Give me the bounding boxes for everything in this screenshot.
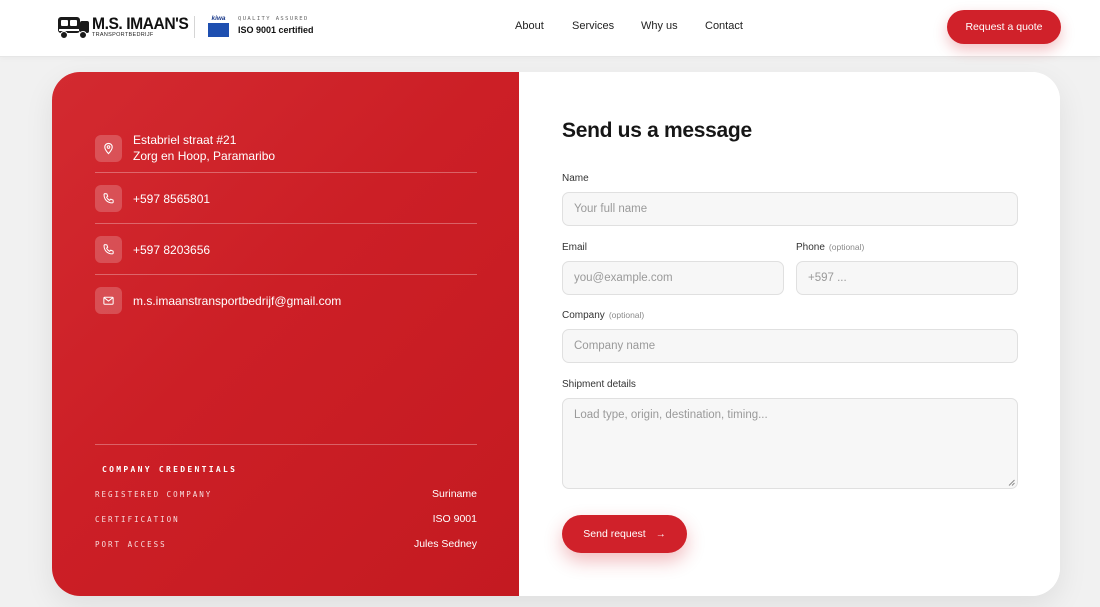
form-title: Send us a message — [562, 119, 752, 142]
address-line-2: Zorg en Hoop, Paramaribo — [133, 149, 276, 163]
quality-certification: ISO 9001 certified — [238, 24, 314, 35]
company-logo[interactable]: M.S. IMAAN'S TRANSPORTBEDRIJF — [56, 12, 197, 42]
phone-icon — [95, 236, 122, 263]
company-label: Company (optional) — [562, 310, 644, 321]
credential-key: REGISTERED COMPANY — [95, 489, 213, 499]
credentials-divider — [95, 444, 477, 445]
credential-key: CERTIFICATION — [95, 514, 180, 524]
kiwa-mark — [208, 23, 229, 37]
shipment-label: Shipment details — [562, 379, 636, 390]
phone-number-1: +597 8565801 — [133, 191, 211, 206]
logo-subtitle: TRANSPORTBEDRIJF — [92, 32, 154, 39]
contact-card: Estabriel straat #21 Zorg en Hoop, Param… — [52, 72, 1060, 596]
name-label: Name — [562, 173, 589, 184]
credential-value: ISO 9001 — [432, 513, 477, 525]
quality-assured: QUALITY ASSURED ISO 9001 certified — [238, 16, 314, 35]
email-row[interactable]: m.s.imaanstransportbedrijf@gmail.com — [95, 287, 477, 314]
quality-small-text: QUALITY ASSURED — [238, 16, 309, 22]
location-pin-icon — [95, 134, 122, 162]
site-header: M.S. IMAAN'S TRANSPORTBEDRIJF kiwa QUALI… — [0, 0, 1100, 57]
contact-divider — [95, 172, 477, 173]
send-request-button[interactable]: Send request → — [562, 515, 687, 553]
credentials-title: COMPANY CREDENTIALS — [102, 465, 238, 474]
nav-why-us[interactable]: Why us — [641, 20, 678, 32]
arrow-right-icon: → — [655, 528, 666, 540]
request-quote-button[interactable]: Request a quote — [947, 10, 1061, 44]
mail-icon — [95, 287, 122, 314]
kiwa-badge: kiwa — [208, 15, 229, 38]
phone-optional: (optional) — [828, 242, 865, 252]
phone-number-2: +597 8203656 — [133, 242, 211, 257]
credential-row: CERTIFICATION ISO 9001 — [95, 513, 477, 525]
logo-name: M.S. IMAAN'S — [92, 14, 189, 34]
contact-divider — [95, 274, 477, 275]
phone-row-1[interactable]: +597 8565801 — [95, 185, 477, 212]
nav-contact[interactable]: Contact — [705, 20, 743, 32]
address-line-1: Estabriel straat #21 — [133, 133, 237, 147]
credential-key: PORT ACCESS — [95, 539, 167, 549]
message-form-panel: Send us a message Name Your full name Em… — [519, 72, 1060, 596]
shipment-placeholder: Load type, origin, destination, timing..… — [574, 409, 768, 421]
phone-icon — [95, 185, 122, 212]
contact-info-panel: Estabriel straat #21 Zorg en Hoop, Param… — [52, 72, 519, 596]
phone-label-text: Phone — [796, 242, 825, 253]
contact-divider — [95, 223, 477, 224]
credential-value: Suriname — [432, 488, 477, 500]
credential-row: REGISTERED COMPANY Suriname — [95, 488, 477, 500]
credential-value: Jules Sedney — [413, 538, 477, 550]
email-address: m.s.imaanstransportbedrijf@gmail.com — [133, 293, 342, 308]
shipment-textarea[interactable]: Load type, origin, destination, timing..… — [562, 398, 1018, 489]
company-input[interactable]: Company name — [562, 329, 1018, 363]
nav-services[interactable]: Services — [572, 20, 614, 32]
truck-icon — [58, 17, 89, 39]
credential-row: PORT ACCESS Jules Sedney — [95, 538, 477, 550]
email-input[interactable]: you@example.com — [562, 261, 784, 295]
phone-input[interactable]: +597 ... — [796, 261, 1018, 295]
nav-about[interactable]: About — [515, 20, 544, 32]
header-divider — [194, 16, 195, 38]
resize-handle-icon[interactable] — [1008, 479, 1015, 486]
name-input[interactable]: Your full name — [562, 192, 1018, 226]
company-label-text: Company — [562, 310, 605, 321]
phone-label: Phone (optional) — [796, 242, 864, 253]
address-row: Estabriel straat #21 Zorg en Hoop, Param… — [95, 132, 477, 164]
kiwa-label: kiwa — [211, 15, 226, 22]
company-optional: (optional) — [608, 310, 645, 320]
send-request-label: Send request — [583, 528, 646, 540]
email-label: Email — [562, 242, 588, 253]
phone-row-2[interactable]: +597 8203656 — [95, 236, 477, 263]
